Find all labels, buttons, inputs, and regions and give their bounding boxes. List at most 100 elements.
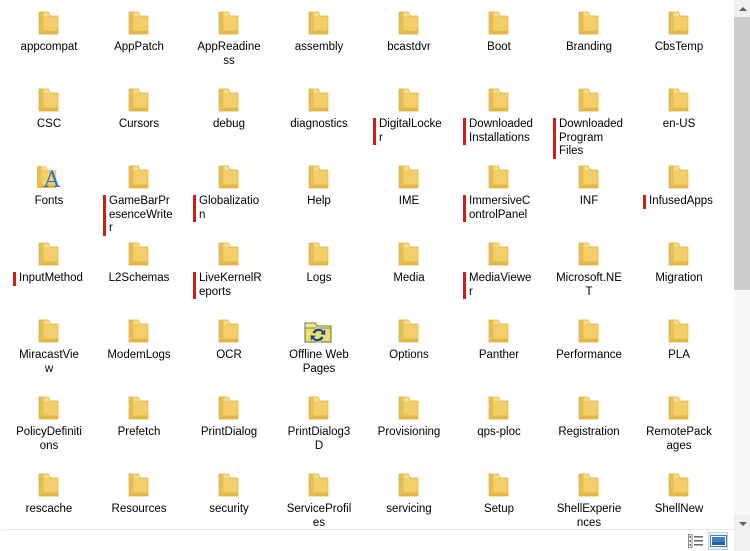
folder-item[interactable]: L2Schemas: [94, 235, 184, 312]
folder-label: Cursors: [118, 118, 160, 130]
folder-label-wrap: Resources: [97, 503, 181, 517]
folder-item[interactable]: Provisioning: [364, 389, 454, 466]
folder-icon: [662, 470, 696, 500]
folder-label: L2Schemas: [108, 272, 170, 284]
folder-label-wrap: Panther: [457, 349, 541, 363]
folder-label-wrap: MiracastView: [7, 349, 91, 376]
explorer-window: appcompat AppPatch AppReadiness assembly bca…: [0, 0, 750, 551]
folder-item[interactable]: IME: [364, 158, 454, 235]
folder-item[interactable]: Cursors: [94, 81, 184, 158]
folder-item[interactable]: Globalization: [184, 158, 274, 235]
folder-item[interactable]: AppPatch: [94, 4, 184, 81]
folder-icon: [32, 316, 66, 346]
folder-item[interactable]: AppReadiness: [184, 4, 274, 81]
large-icons-view-button[interactable]: [708, 531, 728, 550]
svg-text:A: A: [43, 168, 61, 192]
folder-item[interactable]: Branding: [544, 4, 634, 81]
folder-icon: [122, 470, 156, 500]
folder-label-wrap: appcompat: [7, 41, 91, 55]
folder-item[interactable]: MediaViewer: [454, 235, 544, 312]
folder-icon-glyph: [668, 319, 689, 343]
folder-item[interactable]: RemotePackages: [634, 389, 724, 466]
folder-item[interactable]: DigitalLocker: [364, 81, 454, 158]
folder-icon: [392, 85, 426, 115]
folder-item[interactable]: ShellNew: [634, 466, 724, 529]
folder-item[interactable]: Help: [274, 158, 364, 235]
offline-web-pages-folder-icon: [302, 316, 336, 346]
folder-label: DigitalLocker: [379, 118, 442, 144]
folder-item[interactable]: Setup: [454, 466, 544, 529]
folder-item[interactable]: Registration: [544, 389, 634, 466]
folder-item[interactable]: LiveKernelReports: [184, 235, 274, 312]
folder-item[interactable]: security: [184, 466, 274, 529]
folder-item[interactable]: Logs: [274, 235, 364, 312]
folder-item[interactable]: Prefetch: [94, 389, 184, 466]
folder-item[interactable]: Downloaded Installations: [454, 81, 544, 158]
folder-icon-glyph: [488, 319, 509, 343]
folder-icon-glyph: [488, 242, 509, 266]
folder-icon-glyph: [38, 242, 59, 266]
folder-item[interactable]: PrintDialog3D: [274, 389, 364, 466]
folder-label-wrap: Microsoft.NET: [547, 272, 631, 299]
folder-item[interactable]: A Fonts: [4, 158, 94, 235]
red-highlight-bar: [193, 195, 196, 222]
scrollbar-track[interactable]: [734, 17, 750, 515]
folder-item[interactable]: Resources: [94, 466, 184, 529]
folder-item[interactable]: bcastdvr: [364, 4, 454, 81]
folder-icon: [212, 85, 246, 115]
folder-label: AppPatch: [114, 41, 164, 53]
folder-item[interactable]: ImmersiveControlPanel: [454, 158, 544, 235]
folder-item[interactable]: OCR: [184, 312, 274, 389]
folder-item[interactable]: Migration: [634, 235, 724, 312]
folder-label: INF: [579, 195, 599, 207]
folder-item[interactable]: Panther: [454, 312, 544, 389]
folder-label: diagnostics: [290, 118, 348, 130]
folder-item[interactable]: CSC: [4, 81, 94, 158]
details-view-button[interactable]: [686, 532, 706, 550]
folder-item[interactable]: InfusedApps: [634, 158, 724, 235]
folder-item[interactable]: servicing: [364, 466, 454, 529]
file-list-area[interactable]: appcompat AppPatch AppReadiness assembly bca…: [1, 0, 727, 529]
folder-item[interactable]: GameBarPresenceWriter: [94, 158, 184, 236]
folder-item[interactable]: rescache: [4, 466, 94, 529]
folder-icon-glyph: [308, 473, 329, 497]
scrollbar-thumb[interactable]: [734, 17, 750, 290]
folder-item[interactable]: appcompat: [4, 4, 94, 81]
folder-item[interactable]: PLA: [634, 312, 724, 389]
folder-item[interactable]: qps-ploc: [454, 389, 544, 466]
folder-item[interactable]: PrintDialog: [184, 389, 274, 466]
folder-item[interactable]: ShellExperiences: [544, 466, 634, 529]
folder-label: IME: [398, 195, 420, 207]
folder-label: assembly: [294, 41, 344, 53]
folder-label: Media: [393, 272, 425, 284]
folder-item[interactable]: Performance: [544, 312, 634, 389]
folder-item[interactable]: Media: [364, 235, 454, 312]
folder-item[interactable]: ServiceProfiles: [274, 466, 364, 529]
folder-label-wrap: MediaViewer: [454, 272, 544, 299]
folder-item[interactable]: MiracastView: [4, 312, 94, 389]
folder-icon: [212, 316, 246, 346]
vertical-scrollbar[interactable]: [733, 0, 750, 551]
folder-item[interactable]: Microsoft.NET: [544, 235, 634, 312]
folder-item[interactable]: ModemLogs: [94, 312, 184, 389]
folder-item[interactable]: CbsTemp: [634, 4, 724, 81]
scroll-up-arrow-icon[interactable]: [734, 0, 750, 17]
folder-item[interactable]: Offline Web Pages: [274, 312, 364, 389]
folder-icon-glyph: [398, 242, 419, 266]
scroll-down-arrow-icon[interactable]: [734, 515, 750, 532]
folder-icon: [662, 162, 696, 192]
folder-item[interactable]: INF: [544, 158, 634, 235]
folder-item[interactable]: en-US: [634, 81, 724, 158]
folder-label: PrintDialog3D: [287, 426, 351, 452]
folder-item[interactable]: PolicyDefinitions: [4, 389, 94, 466]
folder-icon: [392, 393, 426, 423]
folder-icon: [572, 316, 606, 346]
folder-item[interactable]: InputMethod: [4, 235, 94, 312]
folder-item[interactable]: Boot: [454, 4, 544, 81]
folder-item[interactable]: Downloaded Program Files: [544, 81, 634, 159]
folder-item[interactable]: debug: [184, 81, 274, 158]
folder-icon-glyph: [218, 396, 239, 420]
folder-item[interactable]: diagnostics: [274, 81, 364, 158]
folder-item[interactable]: Options: [364, 312, 454, 389]
folder-item[interactable]: assembly: [274, 4, 364, 81]
